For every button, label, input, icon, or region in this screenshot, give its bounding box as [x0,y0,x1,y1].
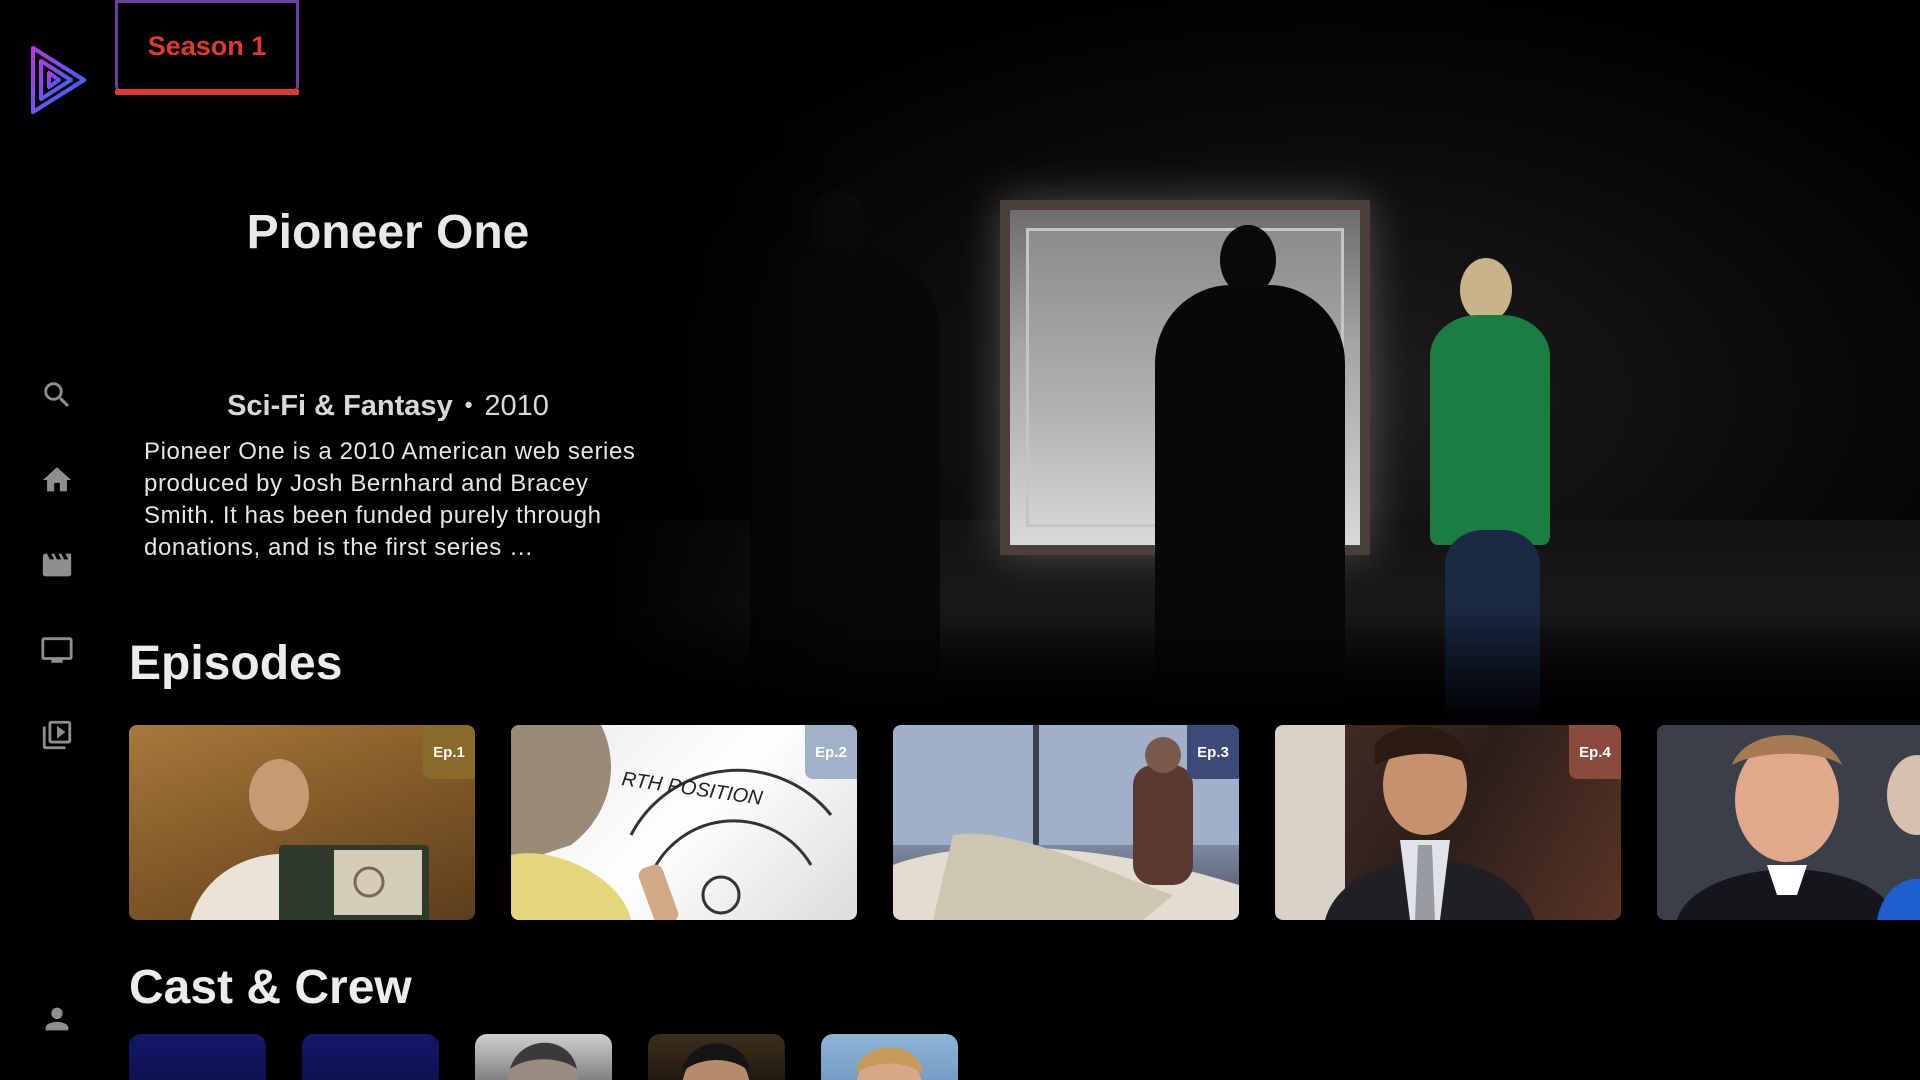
person-icon[interactable] [40,1002,74,1036]
episode-badge: Ep.4 [1569,725,1621,779]
backdrop-fade [600,600,1920,720]
home-icon[interactable] [40,463,74,497]
show-title: Pioneer One [246,206,530,259]
movies-icon[interactable] [40,548,74,582]
cast-card[interactable] [302,1034,439,1080]
backdrop-figure-head [1460,258,1512,322]
episode-badge: Ep.1 [423,725,475,779]
season-tab-indicator [115,89,299,95]
play-logo-icon[interactable] [28,44,88,116]
cast-card[interactable] [821,1034,958,1080]
library-icon[interactable] [40,718,74,752]
side-nav [0,0,116,1080]
episode-card-2[interactable]: RTH POSITION Ep.2 [511,725,857,920]
tab-season-1[interactable]: Season 1 [115,0,299,95]
episodes-heading: Episodes [129,637,343,690]
cast-card[interactable] [129,1034,266,1080]
season-tab-label: Season 1 [147,30,267,61]
svg-text:RTH POSITION: RTH POSITION [620,768,764,810]
cast-card[interactable] [648,1034,785,1080]
search-icon[interactable] [40,378,74,412]
episode-card-5[interactable] [1657,725,1920,920]
show-meta: Sci-Fi & Fantasy • 2010 [128,390,648,423]
episode-badge: Ep.2 [805,725,857,779]
tv-icon[interactable] [40,633,74,667]
episode-badge: Ep.3 [1187,725,1239,779]
show-overview: Pioneer One is a 2010 American web serie… [144,438,636,561]
show-year: 2010 [484,390,549,422]
episode-card-4[interactable]: Ep.4 [1275,725,1621,920]
meta-separator: • [464,392,473,417]
cast-heading: Cast & Crew [129,961,412,1014]
backdrop-image [600,0,1920,720]
backdrop-figure [1430,315,1550,545]
cast-card[interactable] [475,1034,612,1080]
app-root: Season 1 Pioneer One Sci-Fi & Fantasy • 20… [0,0,1920,1080]
show-genre: Sci-Fi & Fantasy [227,390,453,422]
episode-card-3[interactable]: Ep.3 [893,725,1239,920]
episode-card-1[interactable]: Ep.1 [129,725,475,920]
episodes-row: Ep.1 RTH POSITION Ep.2 Ep.3 Ep.4 [129,725,1920,920]
